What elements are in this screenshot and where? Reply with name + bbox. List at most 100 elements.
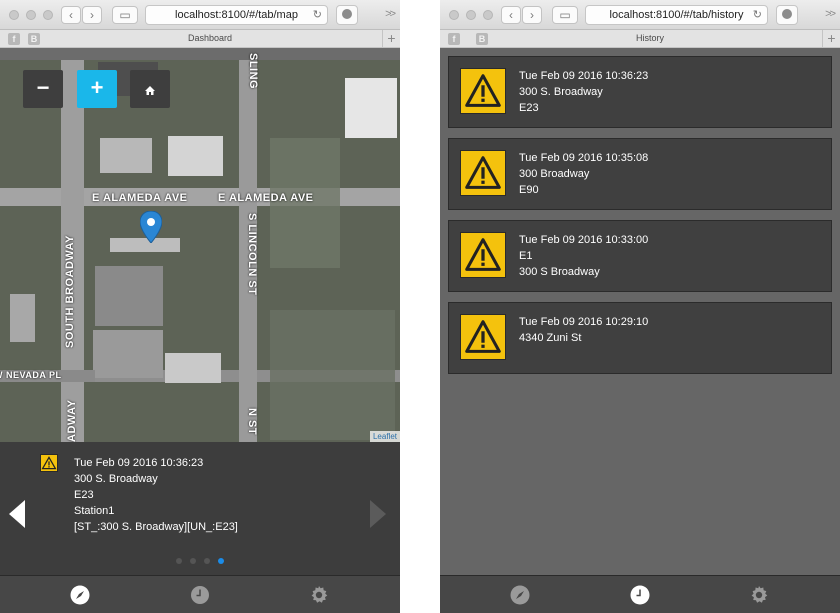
map-marker-icon[interactable] — [140, 211, 162, 243]
street-label: SOUTH BROADWAY — [64, 235, 76, 348]
history-window: ‹ › ▭ localhost:8100/#/tab/history ↻ >> … — [440, 0, 840, 613]
pager-dot[interactable] — [204, 558, 210, 564]
building — [95, 266, 163, 326]
history-item[interactable]: Tue Feb 09 2016 10:33:00 E1 300 S Broadw… — [448, 220, 832, 292]
history-line: 4340 Zuni St — [519, 332, 582, 344]
minimize-window-icon[interactable] — [26, 10, 36, 20]
forward-button[interactable]: › — [82, 6, 102, 24]
incident-unit: E23 — [74, 489, 94, 501]
warning-icon — [460, 68, 506, 114]
history-item[interactable]: Tue Feb 09 2016 10:29:10 4340 Zuni St — [448, 302, 832, 374]
warning-icon — [460, 150, 506, 196]
warning-icon — [460, 314, 506, 360]
history-item-text: Tue Feb 09 2016 10:36:23 300 S. Broadway… — [519, 68, 648, 116]
history-item-text: Tue Feb 09 2016 10:33:00 E1 300 S Broadw… — [519, 232, 648, 280]
facebook-favorite-icon[interactable]: f — [448, 33, 460, 45]
houses — [270, 310, 395, 440]
history-line: E1 — [519, 250, 533, 262]
history-time: Tue Feb 09 2016 10:33:00 — [519, 234, 649, 246]
minimize-window-icon[interactable] — [466, 10, 476, 20]
history-line: 300 S Broadway — [519, 266, 600, 278]
tab-strip: f B History + — [440, 30, 840, 48]
bookmark-favorite-icon[interactable]: B — [28, 33, 40, 45]
history-line: 300 S. Broadway — [519, 86, 603, 98]
street-label: E ALAMEDA AVE — [92, 192, 188, 204]
incident-detail-panel: Tue Feb 09 2016 10:36:23 300 S. Broadway… — [0, 442, 400, 575]
new-tab-button[interactable]: + — [382, 30, 400, 48]
clock-icon[interactable] — [190, 585, 210, 605]
incident-detail-text: Tue Feb 09 2016 10:36:23 300 S. Broadway… — [74, 455, 238, 535]
street-label: ADWAY — [66, 399, 78, 442]
home-button[interactable] — [130, 70, 170, 108]
building — [10, 294, 35, 342]
zoom-window-icon[interactable] — [483, 10, 493, 20]
building — [93, 330, 163, 378]
tab-bar — [0, 575, 400, 613]
next-arrow-icon[interactable] — [370, 500, 386, 528]
close-window-icon[interactable] — [9, 10, 19, 20]
gear-icon[interactable] — [749, 585, 769, 605]
clock-icon[interactable] — [630, 585, 650, 605]
building — [168, 136, 223, 176]
history-line: E90 — [519, 184, 539, 196]
incident-address: 300 S. Broadway — [74, 473, 158, 485]
forward-button[interactable]: › — [522, 6, 542, 24]
new-tab-button[interactable]: + — [822, 30, 840, 48]
compass-icon[interactable] — [70, 585, 90, 605]
tab-title[interactable]: History — [480, 33, 820, 43]
pager-dot[interactable] — [190, 558, 196, 564]
tab-bar — [440, 575, 840, 613]
history-item[interactable]: Tue Feb 09 2016 10:35:08 300 Broadway E9… — [448, 138, 832, 210]
history-time: Tue Feb 09 2016 10:36:23 — [519, 70, 649, 82]
browser-toolbar: ‹ › ▭ localhost:8100/#/tab/map ↻ >> — [0, 0, 400, 30]
address-bar[interactable]: localhost:8100/#/tab/history ↻ — [585, 5, 768, 25]
close-window-icon[interactable] — [449, 10, 459, 20]
history-line: E23 — [519, 102, 539, 114]
reload-icon[interactable]: ↻ — [313, 6, 322, 24]
pager-dot[interactable] — [176, 558, 182, 564]
warning-icon — [460, 232, 506, 278]
street-label: E ALAMEDA AVE — [218, 192, 314, 204]
more-icon[interactable]: >> — [825, 8, 836, 20]
map-view[interactable]: E ALAMEDA AVE E ALAMEDA AVE W NEVADA PL … — [0, 48, 400, 442]
zoom-in-button[interactable]: + — [77, 70, 117, 108]
back-button[interactable]: ‹ — [501, 6, 521, 24]
browser-toolbar: ‹ › ▭ localhost:8100/#/tab/history ↻ >> — [440, 0, 840, 30]
road — [0, 48, 400, 60]
download-icon[interactable] — [776, 5, 798, 25]
tab-strip: f B Dashboard + — [0, 30, 400, 48]
more-icon[interactable]: >> — [385, 8, 396, 20]
street-label: SLING — [247, 53, 259, 90]
home-icon — [145, 86, 155, 95]
history-item[interactable]: Tue Feb 09 2016 10:36:23 300 S. Broadway… — [448, 56, 832, 128]
incident-time: Tue Feb 09 2016 10:36:23 — [74, 457, 204, 469]
address-bar[interactable]: localhost:8100/#/tab/map ↻ — [145, 5, 328, 25]
incident-raw: [ST_:300 S. Broadway][UN_:E23] — [74, 521, 238, 533]
address-text: localhost:8100/#/tab/map — [175, 9, 298, 21]
building — [100, 138, 152, 173]
download-icon[interactable] — [336, 5, 358, 25]
leaflet-attribution-link[interactable]: Leaflet — [369, 431, 400, 442]
reload-icon[interactable]: ↻ — [753, 6, 762, 24]
previous-arrow-icon[interactable] — [9, 500, 25, 528]
tab-title[interactable]: Dashboard — [40, 33, 380, 43]
dashboard-window: ‹ › ▭ localhost:8100/#/tab/map ↻ >> f B … — [0, 0, 400, 613]
history-list: Tue Feb 09 2016 10:36:23 300 S. Broadway… — [440, 48, 840, 575]
building — [165, 353, 221, 383]
zoom-window-icon[interactable] — [43, 10, 53, 20]
street-label: W NEVADA PL — [0, 370, 62, 380]
sidebar-button[interactable]: ▭ — [552, 6, 578, 24]
warning-icon — [40, 454, 58, 472]
history-line: 300 Broadway — [519, 168, 590, 180]
history-item-text: Tue Feb 09 2016 10:35:08 300 Broadway E9… — [519, 150, 648, 198]
compass-icon[interactable] — [510, 585, 530, 605]
sidebar-button[interactable]: ▭ — [112, 6, 138, 24]
zoom-out-button[interactable]: − — [23, 70, 63, 108]
street-label: N ST — [246, 408, 258, 436]
back-button[interactable]: ‹ — [61, 6, 81, 24]
pager-dot-active[interactable] — [218, 558, 224, 564]
facebook-favorite-icon[interactable]: f — [8, 33, 20, 45]
history-time: Tue Feb 09 2016 10:35:08 — [519, 152, 649, 164]
gear-icon[interactable] — [309, 585, 329, 605]
incident-station: Station1 — [74, 505, 115, 517]
